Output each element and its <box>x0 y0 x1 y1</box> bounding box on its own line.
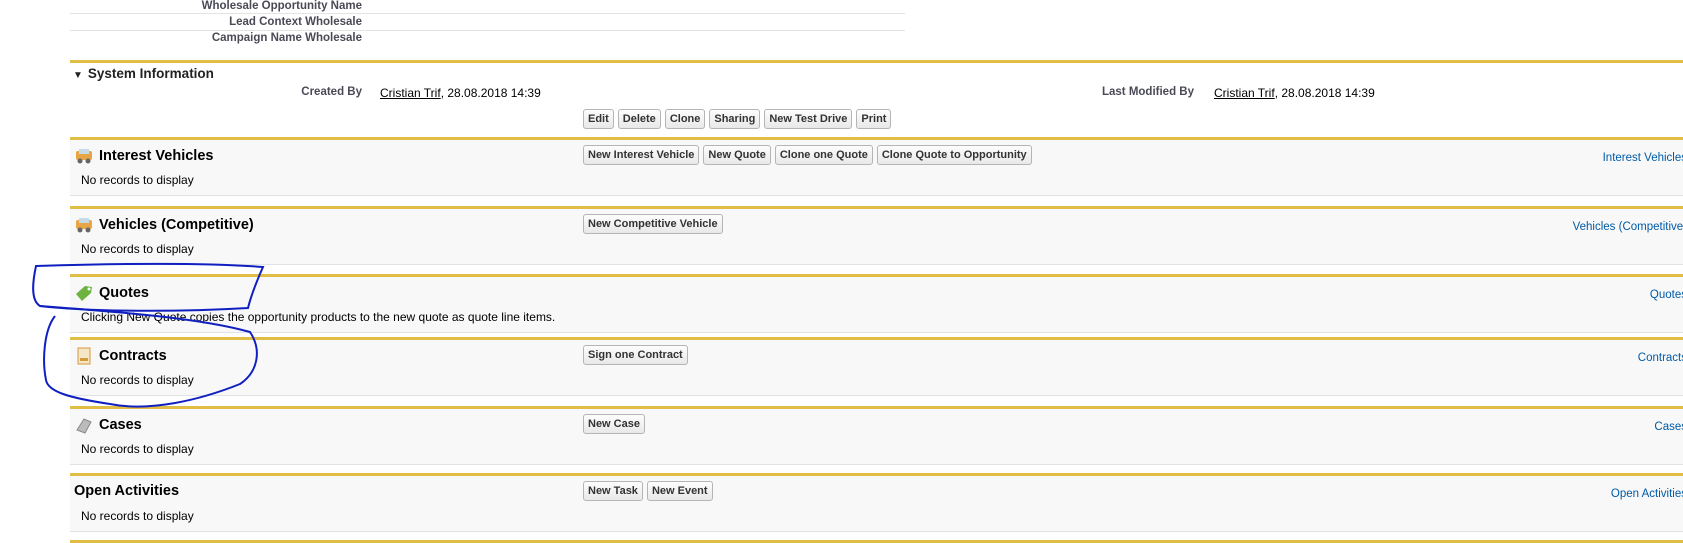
quote-tag-icon <box>74 284 94 302</box>
created-by-label: Created By <box>301 86 362 98</box>
related-list-title: Open Activities <box>74 483 179 499</box>
created-by-user-link[interactable]: Cristian Trif <box>380 86 441 100</box>
modified-date: , 28.08.2018 14:39 <box>1274 86 1375 100</box>
section-title: System Information <box>87 66 214 81</box>
clone-one-quote-button[interactable]: Clone one Quote <box>774 145 873 165</box>
new-task-button[interactable]: New Task <box>583 481 643 501</box>
related-list-buttons: New Interest Vehicle New Quote Clone one Q… <box>583 145 1036 165</box>
related-list-title: Quotes <box>74 284 149 302</box>
field-row: Lead Context Wholesale <box>70 14 905 31</box>
related-list-title: Interest Vehicles <box>74 147 213 165</box>
related-list-quotes: Quotes Clicking New Quote copies the oppo… <box>70 274 1683 333</box>
new-case-button[interactable]: New Case <box>583 414 645 434</box>
related-list-message: No records to display <box>81 242 194 256</box>
related-list-open-activities: Open Activities New Task New Event No recor… <box>70 473 1683 532</box>
contract-icon <box>74 347 94 365</box>
related-list-link[interactable]: Vehicles (Competitive) <box>1573 221 1683 233</box>
created-by-value: Cristian Trif, 28.08.2018 14:39 <box>380 86 541 100</box>
new-competitive-vehicle-button[interactable]: New Competitive Vehicle <box>583 214 723 234</box>
related-list-title: Cases <box>74 416 142 434</box>
new-interest-vehicle-button[interactable]: New Interest Vehicle <box>583 145 700 165</box>
sign-one-contract-button[interactable]: Sign one Contract <box>583 345 688 365</box>
related-list-message: No records to display <box>81 373 194 387</box>
case-icon <box>74 416 94 434</box>
related-list-title-text: Interest Vehicles <box>99 148 214 164</box>
related-list-title-text: Contracts <box>99 348 167 364</box>
related-list-buttons: New Competitive Vehicle <box>583 214 727 234</box>
new-quote-button[interactable]: New Quote <box>703 145 771 165</box>
related-list-link[interactable]: Contracts <box>1638 352 1683 364</box>
field-label: Wholesale Opportunity Name <box>201 0 362 12</box>
edit-button[interactable]: Edit <box>583 109 614 129</box>
related-list-contracts: Contracts Sign one Contract No records to … <box>70 337 1683 396</box>
related-list-buttons: New Task New Event <box>583 481 717 501</box>
field-label: Campaign Name Wholesale <box>211 32 362 44</box>
related-list-buttons: New Case <box>583 414 649 434</box>
vehicle-icon <box>74 216 94 234</box>
last-modified-by-value: Cristian Trif, 28.08.2018 14:39 <box>1214 86 1375 100</box>
vehicle-icon <box>74 147 94 165</box>
detail-button-row: Edit Delete Clone Sharing New Test Drive Prin… <box>583 109 895 129</box>
related-list-message: Clicking New Quote copies the opportunit… <box>81 310 556 324</box>
related-list-link[interactable]: Cases <box>1654 421 1683 433</box>
related-list-cases: Cases New Case No records to display Cases <box>70 406 1683 465</box>
related-list-title-text: Quotes <box>99 285 149 301</box>
field-label: Lead Context Wholesale <box>229 16 362 28</box>
section-divider <box>70 60 1683 63</box>
related-list-title-text: Vehicles (Competitive) <box>99 217 254 233</box>
related-list-title: Vehicles (Competitive) <box>74 216 254 234</box>
related-list-title-text: Open Activities <box>74 483 180 499</box>
related-list-link[interactable]: Interest Vehicles <box>1603 152 1683 164</box>
sharing-button[interactable]: Sharing <box>709 109 761 129</box>
related-list-buttons: Sign one Contract <box>583 345 692 365</box>
modified-by-user-link[interactable]: Cristian Trif <box>1214 86 1275 100</box>
collapse-triangle-icon[interactable]: ▼ <box>73 70 83 81</box>
related-list-message: No records to display <box>81 442 194 456</box>
clone-button[interactable]: Clone <box>664 109 706 129</box>
system-information-header[interactable]: ▼ System Information <box>73 66 214 81</box>
related-list-interest-vehicles: Interest Vehicles New Interest Vehicle New… <box>70 137 1683 196</box>
related-list-message: No records to display <box>81 173 194 187</box>
created-date: , 28.08.2018 14:39 <box>440 86 541 100</box>
print-button[interactable]: Print <box>856 109 892 129</box>
clone-quote-to-opportunity-button[interactable]: Clone Quote to Opportunity <box>876 145 1032 165</box>
field-row: Wholesale Opportunity Name <box>70 0 905 14</box>
new-event-button[interactable]: New Event <box>646 481 713 501</box>
related-list-vehicles-competitive: Vehicles (Competitive) New Competitive Ve… <box>70 206 1683 265</box>
last-modified-by-label: Last Modified By <box>1101 86 1194 98</box>
related-list-title: Contracts <box>74 347 167 365</box>
new-test-drive-button[interactable]: New Test Drive <box>764 109 853 129</box>
related-list-link[interactable]: Open Activities <box>1611 488 1683 500</box>
related-list-message: No records to display <box>81 509 194 523</box>
related-list-title-text: Cases <box>99 417 142 433</box>
related-list-link[interactable]: Quotes <box>1650 289 1683 301</box>
field-row: Campaign Name Wholesale <box>70 30 905 46</box>
delete-button[interactable]: Delete <box>617 109 661 129</box>
